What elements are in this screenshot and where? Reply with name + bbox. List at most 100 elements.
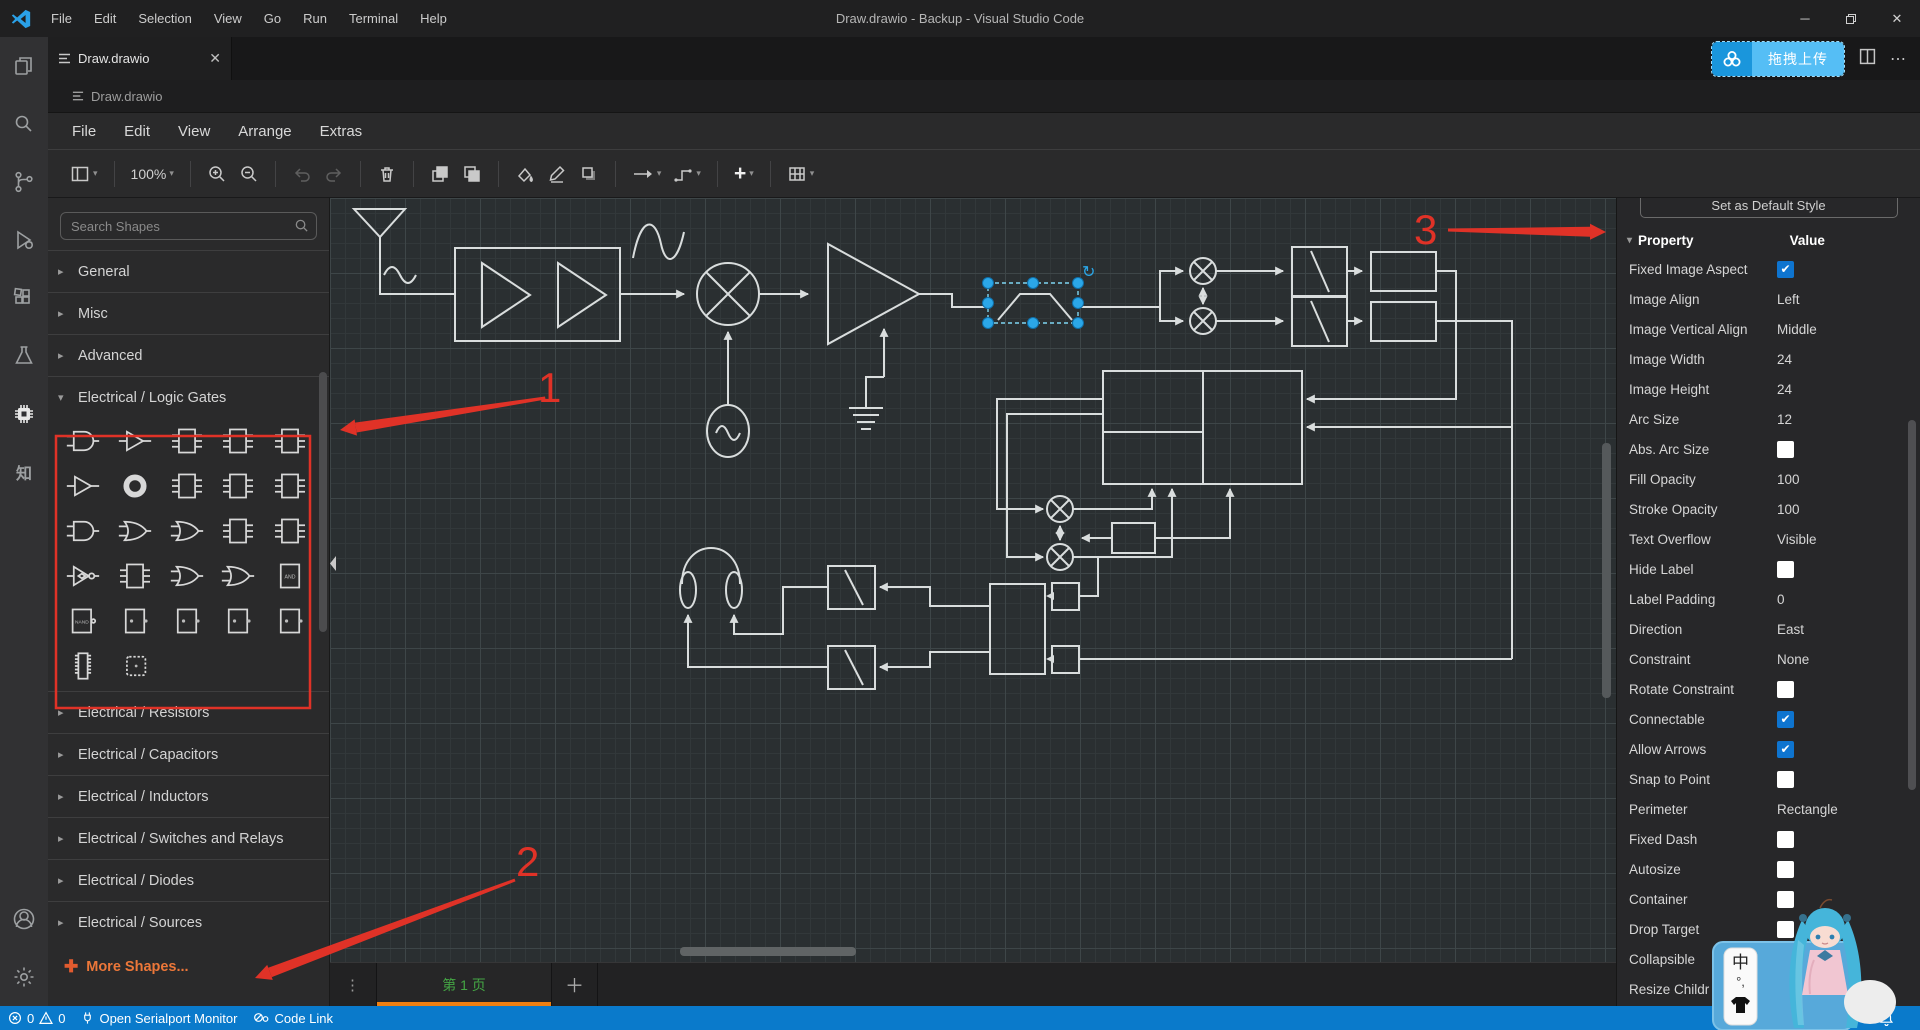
vscode-menu-file[interactable]: File	[42, 7, 81, 30]
checkbox-collapsible[interactable]	[1777, 951, 1794, 968]
property-row-hide-label[interactable]: Hide Label	[1617, 554, 1920, 584]
vscode-menu-selection[interactable]: Selection	[129, 7, 200, 30]
tab-draw-drawio[interactable]: Draw.drawio ✕	[48, 37, 232, 80]
view-panels-button[interactable]: ▾	[64, 159, 104, 189]
minimize-button[interactable]: ─	[1782, 0, 1828, 37]
shape-and-gate[interactable]	[60, 422, 106, 460]
split-editor-icon[interactable]	[1859, 48, 1876, 70]
section-electrical-logic-gates[interactable]: ▾Electrical / Logic Gates	[48, 376, 329, 418]
shape-or-gate[interactable]	[164, 512, 210, 550]
pages-menu-icon[interactable]: ⋮	[330, 963, 376, 1006]
code-link-button[interactable]: Code Link	[245, 1006, 341, 1030]
shape-ic-block[interactable]	[164, 467, 210, 505]
vscode-menu-help[interactable]: Help	[411, 7, 456, 30]
property-value[interactable]: 12	[1777, 412, 1792, 427]
shape-dot-box[interactable]	[112, 602, 158, 640]
vscode-menu-view[interactable]: View	[205, 7, 251, 30]
shape-dot-box[interactable]	[267, 602, 313, 640]
shape-or-gate[interactable]	[215, 557, 261, 595]
vscode-menu-terminal[interactable]: Terminal	[340, 7, 407, 30]
canvas-vertical-scrollbar[interactable]	[1602, 443, 1611, 698]
property-value[interactable]: 24	[1777, 352, 1792, 367]
shape-inverter-gate[interactable]	[60, 557, 106, 595]
more-shapes-button[interactable]: ✚ More Shapes...	[64, 957, 329, 977]
account-icon[interactable]	[0, 890, 48, 948]
shape-and-gate[interactable]	[60, 512, 106, 550]
property-row-container[interactable]: Container	[1617, 884, 1920, 914]
property-row-rotate-constraint[interactable]: Rotate Constraint	[1617, 674, 1920, 704]
delete-button[interactable]	[371, 159, 403, 189]
property-row-text-overflow[interactable]: Text OverflowVisible	[1617, 524, 1920, 554]
search-shapes-input[interactable]	[60, 212, 317, 240]
shape-ic-block[interactable]	[112, 557, 158, 595]
property-row-label-padding[interactable]: Label Padding0	[1617, 584, 1920, 614]
checkbox-container[interactable]	[1777, 891, 1794, 908]
fill-color-button[interactable]	[509, 159, 541, 189]
property-row-fixed-dash[interactable]: Fixed Dash	[1617, 824, 1920, 854]
test-flask-icon[interactable]	[0, 327, 48, 385]
property-value[interactable]: Middle	[1777, 322, 1817, 337]
more-actions-icon[interactable]: ⋯	[1890, 49, 1906, 69]
property-row-allow-arrows[interactable]: Allow Arrows✔	[1617, 734, 1920, 764]
property-row-snap-to-point[interactable]: Snap to Point	[1617, 764, 1920, 794]
property-row-arc-size[interactable]: Arc Size12	[1617, 404, 1920, 434]
shape-buffer-gate[interactable]	[60, 467, 106, 505]
set-default-style-button[interactable]: Set as Default Style	[1640, 198, 1898, 218]
property-header[interactable]: ▾ Property Value	[1617, 226, 1920, 254]
property-row-collapsible[interactable]: Collapsible	[1617, 944, 1920, 974]
extensions-icon[interactable]	[0, 269, 48, 327]
vscode-menu-go[interactable]: Go	[255, 7, 290, 30]
section-electrical-diodes[interactable]: ▸Electrical / Diodes	[48, 859, 329, 901]
property-value[interactable]: Left	[1777, 292, 1800, 307]
property-value[interactable]: 100	[1777, 472, 1800, 487]
shape-buffer-gate[interactable]	[112, 422, 158, 460]
zhi-extension-icon[interactable]: 知	[0, 443, 48, 501]
problems-indicator[interactable]: 0 0	[0, 1006, 73, 1030]
property-value[interactable]: Visible	[1777, 532, 1817, 547]
close-button[interactable]: ✕	[1874, 0, 1920, 37]
drawio-menu-view[interactable]: View	[168, 120, 220, 143]
drawio-canvas[interactable]: ↻	[330, 198, 1616, 962]
page-tab-1[interactable]: 第 1 页	[376, 963, 552, 1006]
property-row-connectable[interactable]: Connectable✔	[1617, 704, 1920, 734]
property-row-image-width[interactable]: Image Width24	[1617, 344, 1920, 374]
property-row-fill-opacity[interactable]: Fill Opacity100	[1617, 464, 1920, 494]
to-front-button[interactable]	[424, 159, 456, 189]
checkbox-drop-target[interactable]	[1777, 921, 1794, 938]
explorer-icon[interactable]	[0, 37, 48, 95]
serialport-monitor-button[interactable]: Open Serialport Monitor	[73, 1006, 245, 1030]
property-value[interactable]: Rectangle	[1777, 802, 1838, 817]
shape-nand-box[interactable]: NAND	[60, 602, 106, 640]
shape-ic-block[interactable]	[267, 512, 313, 550]
screenshot-button[interactable]	[1761, 1006, 1793, 1030]
section-misc[interactable]: ▸Misc	[48, 292, 329, 334]
property-row-image-height[interactable]: Image Height24	[1617, 374, 1920, 404]
search-icon[interactable]	[0, 95, 48, 153]
drawio-menu-edit[interactable]: Edit	[114, 120, 160, 143]
run-debug-icon[interactable]	[0, 211, 48, 269]
waypoint-style-button[interactable]: ▾	[667, 159, 707, 189]
shape-ic-block[interactable]	[215, 467, 261, 505]
shape-ic-block[interactable]	[267, 467, 313, 505]
checkbox-connectable[interactable]: ✔	[1777, 711, 1794, 728]
platformio-chip-icon[interactable]	[0, 385, 48, 443]
shape-or-gate[interactable]	[164, 557, 210, 595]
vscode-menu-edit[interactable]: Edit	[85, 7, 125, 30]
property-row-image-align[interactable]: Image AlignLeft	[1617, 284, 1920, 314]
checkbox-resize-childr[interactable]	[1777, 981, 1794, 998]
property-row-resize-childr[interactable]: Resize Childr	[1617, 974, 1920, 1004]
shape-qfp-chip[interactable]	[112, 647, 158, 685]
property-row-autosize[interactable]: Autosize	[1617, 854, 1920, 884]
property-row-abs-arc-size[interactable]: Abs. Arc Size	[1617, 434, 1920, 464]
shape-and-box[interactable]: AND	[267, 557, 313, 595]
table-button[interactable]: ▾	[781, 159, 821, 189]
shape-ic-block[interactable]	[215, 512, 261, 550]
drawio-menu-arrange[interactable]: Arrange	[228, 120, 301, 143]
shape-dot-box[interactable]	[164, 602, 210, 640]
drawio-menu-extras[interactable]: Extras	[310, 120, 373, 143]
property-row-image-vertical-align[interactable]: Image Vertical AlignMiddle	[1617, 314, 1920, 344]
insert-button[interactable]: +▾	[728, 162, 760, 186]
checkbox-allow-arrows[interactable]: ✔	[1777, 741, 1794, 758]
shape-or-gate[interactable]	[112, 512, 158, 550]
property-row-stroke-opacity[interactable]: Stroke Opacity100	[1617, 494, 1920, 524]
